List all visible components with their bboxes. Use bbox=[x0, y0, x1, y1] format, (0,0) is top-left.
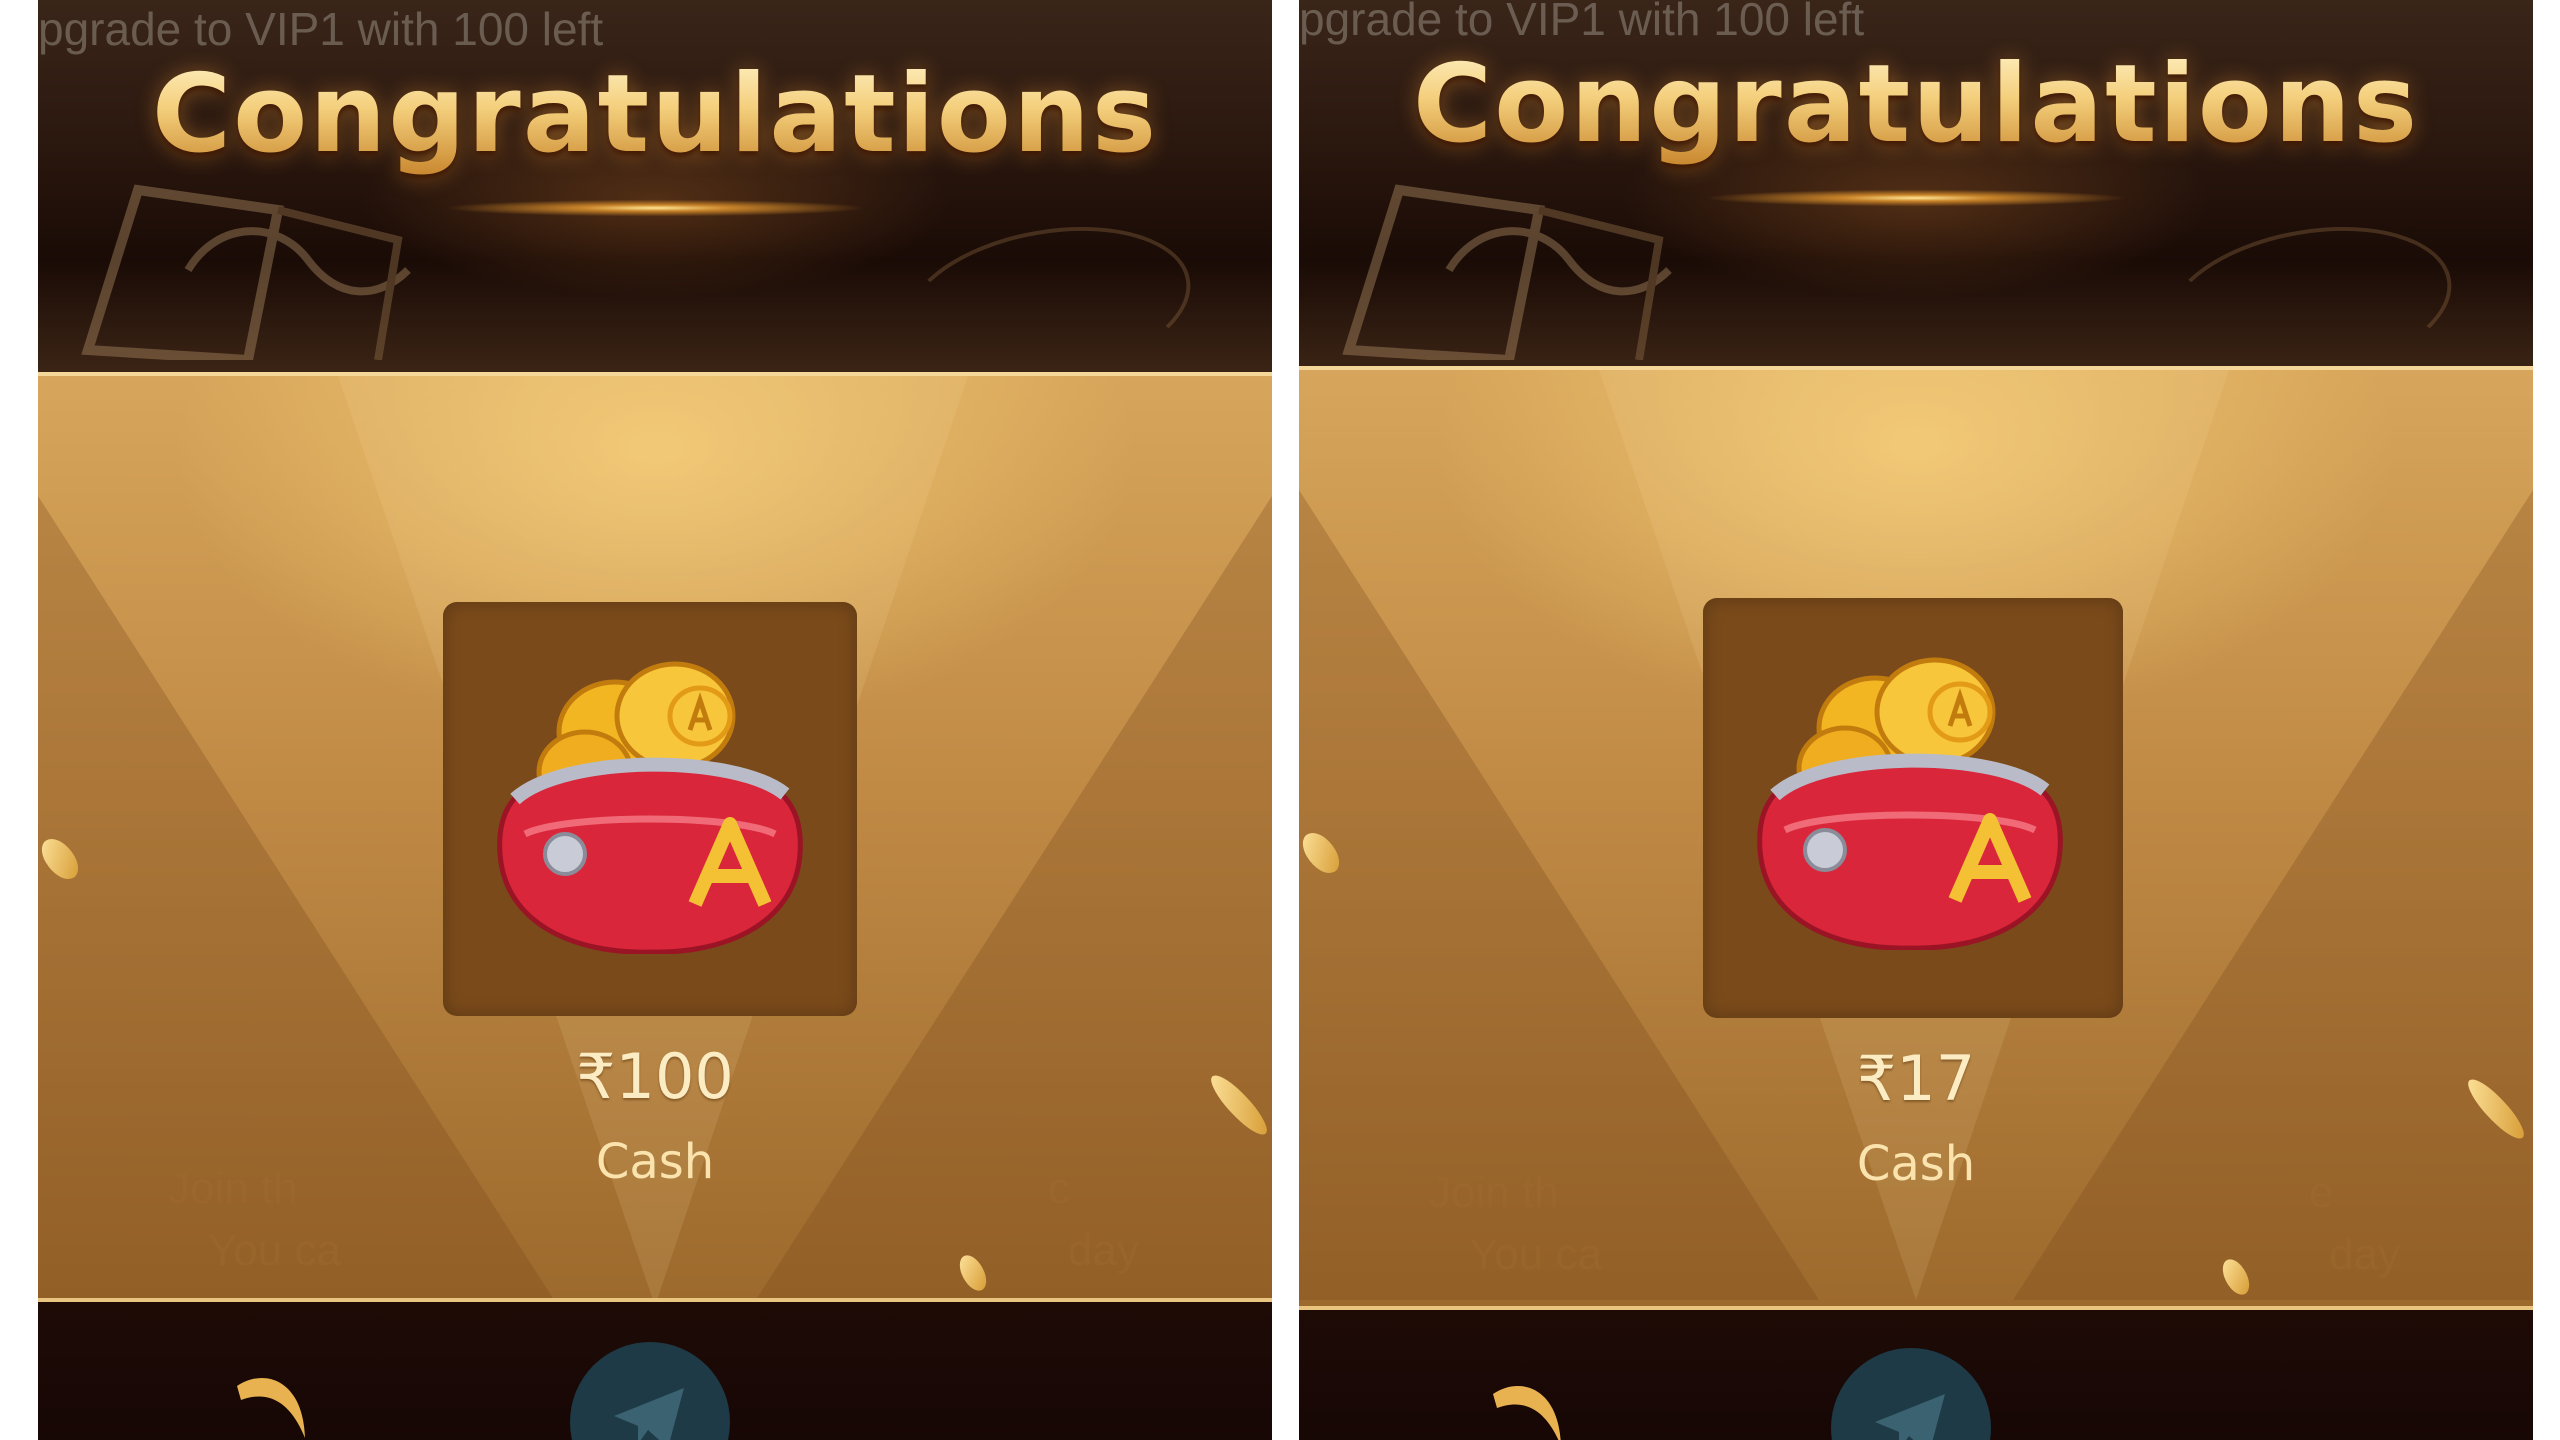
reward-type-label: Cash bbox=[1856, 1136, 1976, 1192]
background-upgrade-text: pgrade to VIP1 with 100 left bbox=[1299, 0, 1865, 45]
header-band: pgrade to VIP1 with 100 left Congratulat… bbox=[38, 0, 1272, 402]
title-glow-line bbox=[1616, 186, 2216, 210]
faint-info-text: day bbox=[1068, 1226, 1139, 1275]
reward-popup-right: pgrade to VIP1 with 100 left Congratulat… bbox=[1299, 0, 2533, 1440]
faint-info-text: You ca bbox=[1469, 1230, 1602, 1279]
coin-purse-icon bbox=[1757, 657, 2063, 950]
reward-item-box bbox=[1703, 598, 2123, 1018]
reward-amount: ₹100 bbox=[576, 1040, 734, 1113]
faint-info-text: You ca bbox=[208, 1226, 341, 1275]
bottom-bar bbox=[1299, 1310, 2533, 1440]
gift-box-background-icon bbox=[1342, 184, 1672, 360]
bottom-bar bbox=[38, 1302, 1272, 1440]
telegram-icon[interactable] bbox=[570, 1342, 730, 1440]
gift-box-background-icon bbox=[81, 184, 411, 360]
coin-purse-icon bbox=[497, 661, 803, 954]
ribbon-decoration bbox=[1493, 1386, 1561, 1440]
background-upgrade-text: pgrade to VIP1 with 100 left bbox=[38, 3, 604, 55]
faint-info-text: day bbox=[2329, 1230, 2400, 1279]
reward-card: Join th c You ca day ₹100 Cash bbox=[38, 372, 1272, 1302]
screenshot-stage: pgrade to VIP1 with 100 left Congratulat… bbox=[0, 0, 2560, 1440]
reward-item-box bbox=[443, 602, 857, 1016]
reward-card: Join th e You ca day ₹17 Cash bbox=[1299, 366, 2533, 1310]
congratulations-title: Congratulations bbox=[38, 52, 1272, 177]
reward-type-label: Cash bbox=[595, 1134, 715, 1190]
title-glow-line bbox=[355, 196, 955, 220]
telegram-icon[interactable] bbox=[1831, 1348, 1991, 1440]
header-band: pgrade to VIP1 with 100 left Congratulat… bbox=[1299, 0, 2533, 402]
reward-popup-left: pgrade to VIP1 with 100 left Congratulat… bbox=[38, 0, 1272, 1440]
reward-amount: ₹17 bbox=[1856, 1042, 1976, 1115]
congratulations-title: Congratulations bbox=[1299, 42, 2533, 167]
ribbon-decoration bbox=[237, 1377, 305, 1438]
